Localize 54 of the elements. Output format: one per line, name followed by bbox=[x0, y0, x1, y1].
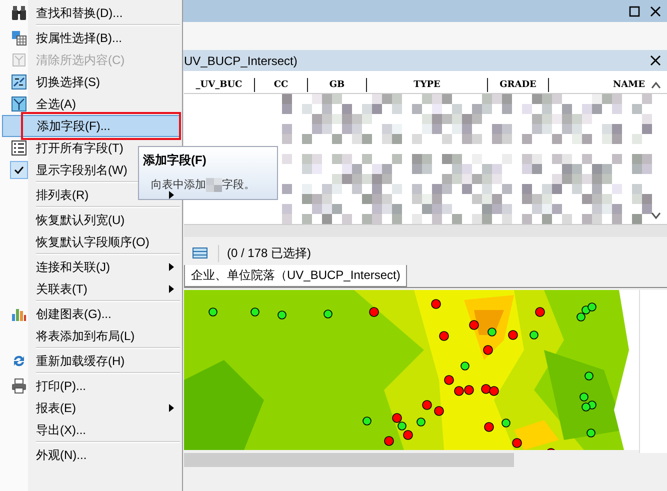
column-header[interactable]: NAME bbox=[549, 78, 645, 92]
scroll-down-icon[interactable] bbox=[651, 212, 661, 220]
column-header[interactable]: GB bbox=[308, 78, 367, 92]
menu-item[interactable]: 关联表(T) bbox=[2, 278, 180, 300]
table-select-icon bbox=[11, 30, 27, 46]
bar-chart-icon bbox=[11, 306, 27, 322]
maximize-icon bbox=[629, 6, 640, 16]
submenu-arrow-icon bbox=[169, 191, 174, 199]
scroll-up-icon[interactable] bbox=[651, 81, 661, 89]
tooltip-title: 添加字段(F) bbox=[143, 152, 208, 169]
maximize-button[interactable] bbox=[627, 4, 642, 18]
column-header[interactable]: GRADE bbox=[488, 78, 549, 92]
menu-item[interactable]: 全选(A) bbox=[2, 93, 180, 115]
close-icon bbox=[650, 6, 661, 16]
list-icon bbox=[11, 140, 27, 156]
menu-item[interactable]: 恢复默认列宽(U) bbox=[2, 206, 180, 231]
menu-item[interactable]: 打印(P)... bbox=[2, 372, 180, 397]
switch-selection-icon bbox=[11, 74, 27, 90]
window-title: UV_BUCP_Intersect) bbox=[184, 54, 298, 68]
binoculars-icon bbox=[11, 5, 27, 21]
menu-item[interactable]: 连接和关联(J) bbox=[2, 253, 180, 278]
vertical-scrollbar[interactable] bbox=[639, 290, 667, 453]
printer-icon bbox=[11, 378, 27, 394]
menu-item[interactable]: 外观(N)... bbox=[2, 441, 180, 466]
menu-item[interactable]: 查找和替换(D)... bbox=[2, 2, 180, 24]
column-header[interactable]: CC bbox=[255, 78, 308, 92]
column-header[interactable]: _UV_BUC bbox=[184, 78, 255, 92]
menu-item[interactable]: 恢复默认字段顺序(O) bbox=[2, 231, 180, 253]
refresh-icon bbox=[11, 353, 27, 369]
close-button[interactable] bbox=[648, 4, 663, 18]
table-icon[interactable] bbox=[192, 247, 208, 259]
menu-item[interactable]: 将表添加到布局(L) bbox=[2, 325, 180, 347]
column-header[interactable]: TYPE bbox=[367, 78, 488, 92]
selection-count: (0 / 178 已选择) bbox=[218, 244, 312, 262]
menu-item[interactable]: 导出(X)... bbox=[2, 419, 180, 441]
select-icon bbox=[11, 52, 27, 68]
submenu-arrow-icon bbox=[169, 404, 174, 412]
submenu-arrow-icon bbox=[169, 285, 174, 293]
checkmark-icon bbox=[10, 161, 28, 179]
close-button[interactable] bbox=[648, 53, 663, 68]
horizontal-scrollbar[interactable] bbox=[184, 224, 667, 237]
select-all-icon bbox=[11, 96, 27, 112]
menu-item[interactable]: 添加字段(F)... bbox=[2, 115, 180, 137]
menu-item[interactable]: 创建图表(G)... bbox=[2, 300, 180, 325]
tooltip-text: 字段。 bbox=[222, 178, 255, 192]
menu-item[interactable]: 切换选择(S) bbox=[2, 71, 180, 93]
menu-item[interactable]: 按属性选择(B)... bbox=[2, 24, 180, 49]
table-tab[interactable]: 企业、单位院落（UV_BUCP_Intersect) bbox=[184, 265, 408, 287]
close-icon bbox=[650, 55, 661, 66]
tooltip-text: 向表中添加 bbox=[151, 178, 206, 192]
menu-item[interactable]: 重新加载缓存(H) bbox=[2, 347, 180, 372]
submenu-arrow-icon bbox=[169, 263, 174, 271]
blur-patch-drawing bbox=[206, 178, 222, 192]
menu-item[interactable]: 报表(E) bbox=[2, 397, 180, 419]
